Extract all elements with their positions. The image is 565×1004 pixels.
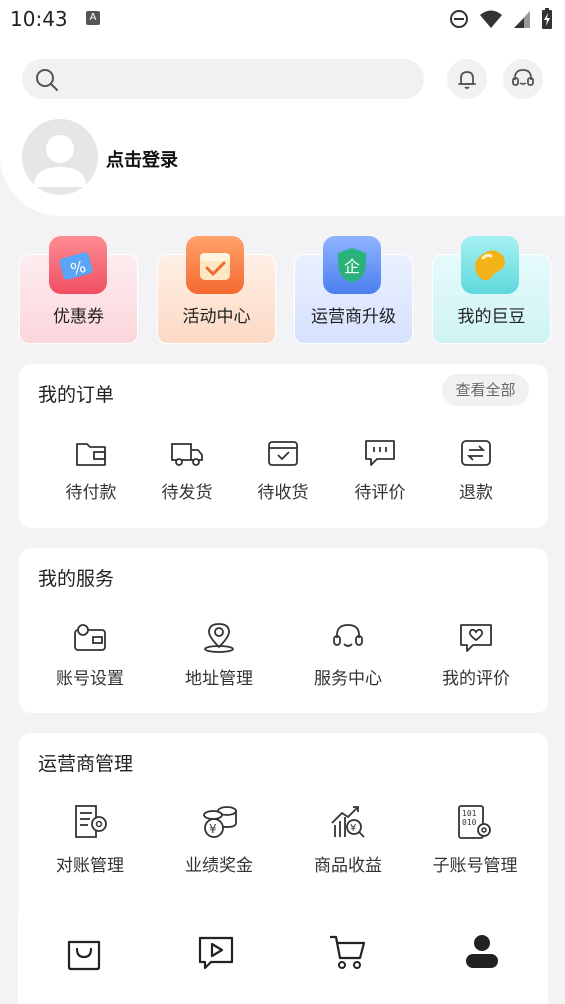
item-label: 子账号管理 [432, 856, 518, 876]
wallet-icon [76, 443, 106, 466]
feature-label: 活动中心 [182, 307, 251, 327]
comment-icon [365, 440, 395, 466]
order-refund[interactable]: 退款 [441, 438, 511, 503]
nav-cart[interactable] [328, 932, 368, 972]
account-settings-icon [74, 624, 106, 651]
status-icons [449, 8, 553, 30]
service-my-reviews[interactable]: 我的评价 [431, 622, 521, 689]
search-icon [36, 69, 58, 91]
coins-icon: ¥ [203, 806, 237, 838]
services-panel: 我的服务 账号设置 地址管理 服务中心 我的评价 [19, 548, 548, 713]
nav-profile[interactable] [462, 932, 502, 972]
growth-chart-icon: ¥ [331, 806, 365, 838]
operator-sub-account-management[interactable]: 101 010 子账号管理 [423, 803, 527, 876]
headset-icon [512, 69, 534, 86]
order-pending-review[interactable]: 待评价 [345, 438, 415, 503]
item-label: 对账管理 [56, 856, 124, 876]
operator-reconciliation[interactable]: 对账管理 [45, 803, 135, 876]
item-label: 待评价 [354, 483, 406, 503]
svg-text:101: 101 [462, 809, 477, 818]
nav-video[interactable] [196, 932, 236, 972]
item-label: 待发货 [161, 483, 213, 503]
refund-icon [461, 440, 491, 466]
status-bar: 10:43 A [0, 0, 565, 40]
notification-button[interactable] [447, 59, 487, 99]
customer-service-button[interactable] [503, 59, 543, 99]
orders-panel: 我的订单 查看全部 待付款 待发货 待收货 待评价 退款 [19, 364, 548, 528]
dnd-icon [450, 10, 468, 28]
svg-text:010: 010 [462, 818, 477, 827]
truck-icon [171, 443, 203, 466]
bottom-navigation [18, 906, 548, 1004]
nav-shop[interactable] [64, 932, 104, 972]
bell-icon [458, 71, 476, 89]
status-time: 10:43 [10, 7, 68, 31]
svg-text:¥: ¥ [350, 823, 356, 834]
coupon-icon: % [49, 236, 107, 294]
operator-panel: 运营商管理 对账管理 ¥ 业绩奖金 ¥ 商品收益 101 010 子账号管理 [19, 733, 548, 933]
feature-label: 运营商升级 [311, 307, 396, 327]
order-pending-receipt[interactable]: 待收货 [248, 438, 318, 503]
item-label: 退款 [459, 483, 493, 503]
services-title: 我的服务 [38, 568, 115, 590]
login-link[interactable]: 点击登录 [106, 146, 178, 172]
default-avatar-icon [34, 135, 86, 187]
sub-account-icon: 101010 [458, 805, 491, 839]
video-icon [198, 936, 234, 970]
item-label: 我的评价 [442, 669, 510, 689]
location-icon [204, 623, 234, 653]
headset-icon [333, 624, 363, 647]
operator-performance-bonus[interactable]: ¥ 业绩奖金 [174, 803, 264, 876]
svg-text:¥: ¥ [209, 822, 217, 836]
svg-text:企: 企 [344, 257, 360, 276]
cellular-icon [514, 11, 530, 28]
order-pending-shipment[interactable]: 待发货 [152, 438, 222, 503]
battery-icon [542, 8, 552, 29]
person-icon [466, 935, 498, 968]
order-pending-payment[interactable]: 待付款 [56, 438, 126, 503]
bean-icon [461, 236, 519, 294]
item-label: 待收货 [257, 483, 309, 503]
service-service-center[interactable]: 服务中心 [303, 622, 393, 689]
notification-a-icon: A [86, 11, 100, 25]
box-check-icon [268, 441, 298, 466]
item-label: 商品收益 [314, 856, 382, 876]
item-label: 服务中心 [314, 669, 382, 689]
operator-product-revenue[interactable]: ¥ 商品收益 [303, 803, 393, 876]
profile-header: 点击登录 [0, 40, 565, 216]
feature-label: 我的巨豆 [457, 307, 526, 327]
feature-label: 优惠券 [53, 307, 104, 327]
operator-title: 运营商管理 [38, 753, 134, 775]
heart-comment-icon [460, 624, 492, 652]
orders-title: 我的订单 [38, 384, 115, 406]
avatar[interactable] [22, 119, 98, 195]
shield-icon: 企 [323, 236, 381, 294]
reconciliation-icon [75, 805, 107, 838]
calendar-icon [186, 236, 244, 294]
item-label: 地址管理 [185, 669, 253, 689]
bag-icon [67, 940, 101, 971]
wifi-icon [480, 10, 502, 28]
service-address-management[interactable]: 地址管理 [174, 622, 264, 689]
service-account-settings[interactable]: 账号设置 [45, 622, 135, 689]
view-all-orders-button[interactable]: 查看全部 [442, 374, 529, 406]
item-label: 业绩奖金 [185, 856, 253, 876]
search-input[interactable] [22, 59, 424, 99]
item-label: 账号设置 [56, 669, 124, 689]
cart-icon [330, 935, 366, 969]
item-label: 待付款 [65, 483, 117, 503]
